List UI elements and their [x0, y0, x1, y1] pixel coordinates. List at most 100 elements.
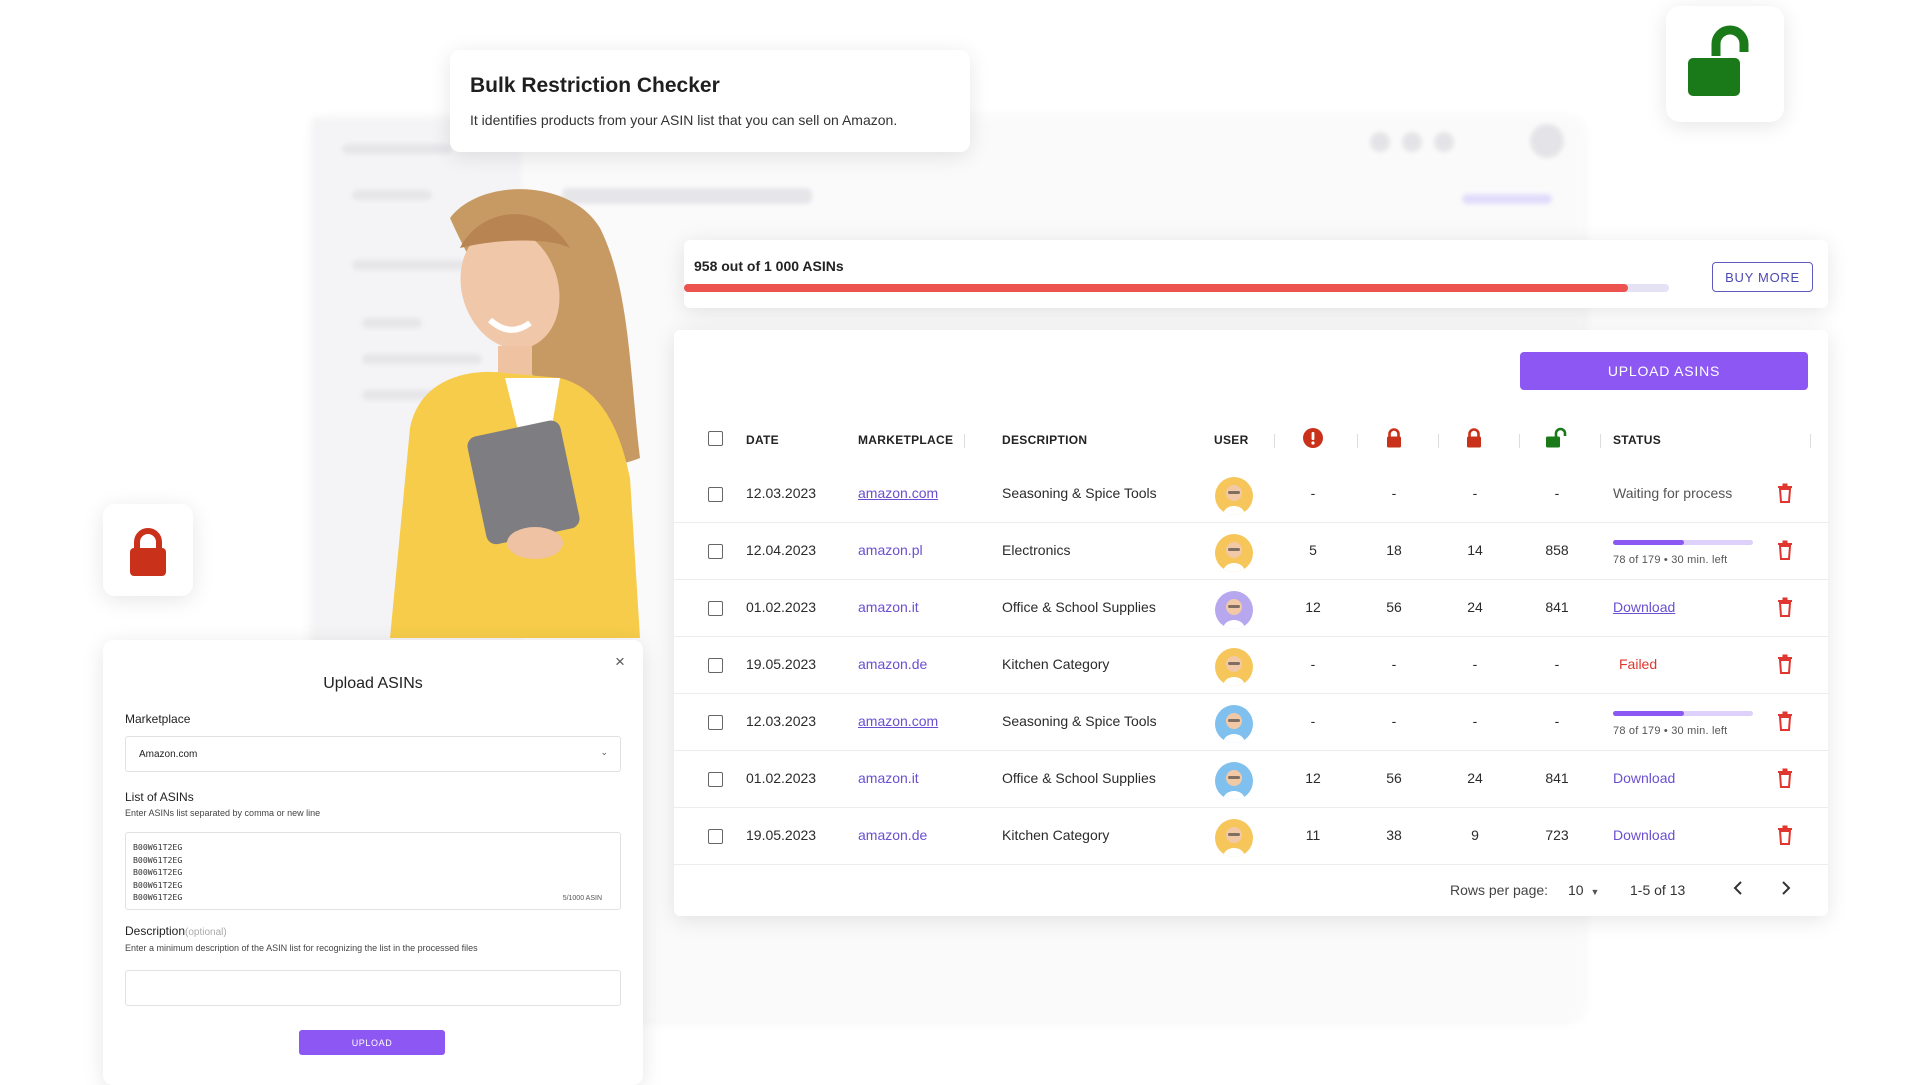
row-marketplace-link[interactable]: amazon.it [858, 770, 919, 786]
select-all-checkbox[interactable] [708, 431, 723, 446]
download-link[interactable]: Download [1613, 599, 1675, 615]
background-icon [1370, 132, 1390, 152]
row-unlocked-count: 841 [1545, 770, 1569, 786]
close-icon[interactable]: × [615, 652, 625, 672]
row-description: Electronics [1002, 542, 1071, 558]
background-icon [1434, 132, 1454, 152]
lock-icon [130, 528, 166, 576]
row-checkbox[interactable] [708, 601, 723, 616]
asins-hint: Enter ASINs list separated by comma or n… [125, 808, 321, 818]
table-row: 01.02.2023 amazon.it Office & School Sup… [674, 751, 1828, 808]
row-restricted-count: - [1391, 713, 1397, 729]
prev-page-button[interactable] [1731, 877, 1745, 904]
header-status[interactable]: STATUS [1613, 433, 1661, 447]
delete-button[interactable] [1777, 825, 1793, 850]
row-checkbox[interactable] [708, 658, 723, 673]
row-warnings-count: - [1310, 485, 1316, 501]
unlock-green-icon [1544, 427, 1568, 454]
row-restricted-count-2: 14 [1467, 542, 1483, 558]
asins-counter: 5/1000 ASIN [562, 894, 602, 902]
row-unlocked-count: 858 [1545, 542, 1569, 558]
upload-asins-button[interactable]: UPLOAD ASINS [1520, 352, 1808, 390]
quota-card: 958 out of 1 000 ASINs BUY MORE [684, 240, 1828, 308]
row-unlocked-count: - [1554, 656, 1560, 672]
download-link[interactable]: Download [1613, 827, 1675, 843]
row-checkbox[interactable] [708, 544, 723, 559]
unlock-badge [1666, 6, 1784, 122]
row-marketplace-link[interactable]: amazon.de [858, 827, 927, 843]
avatar [1215, 648, 1253, 686]
table-row: 12.03.2023 amazon.com Seasoning & Spice … [674, 694, 1828, 751]
row-date: 12.04.2023 [746, 542, 817, 558]
next-page-button[interactable] [1779, 877, 1793, 904]
row-checkbox[interactable] [708, 772, 723, 787]
chevron-right-icon [1782, 881, 1791, 895]
delete-button[interactable] [1777, 654, 1793, 679]
asin-lists-table-card: UPLOAD ASINS DATE MARKETPLACE DESCRIPTIO… [674, 330, 1828, 916]
asins-label: List of ASINs [125, 790, 194, 804]
delete-button[interactable] [1777, 768, 1793, 793]
page-range: 1-5 of 13 [1630, 882, 1686, 898]
avatar [1215, 762, 1253, 800]
lock-red-icon [1383, 427, 1405, 454]
row-restricted-count-2: - [1472, 713, 1478, 729]
status-failed: Failed [1619, 656, 1658, 672]
row-date: 19.05.2023 [746, 656, 817, 672]
delete-button[interactable] [1777, 711, 1793, 736]
title-card: Bulk Restriction Checker It identifies p… [450, 50, 970, 152]
header-description[interactable]: DESCRIPTION [1002, 433, 1087, 447]
chevron-left-icon [1733, 881, 1742, 895]
background-placeholder [1462, 194, 1552, 204]
row-description: Office & School Supplies [1002, 770, 1156, 786]
header-date[interactable]: DATE [746, 433, 779, 447]
header-marketplace[interactable]: MARKETPLACE [858, 433, 953, 447]
row-marketplace-link[interactable]: amazon.pl [858, 542, 923, 558]
avatar [1215, 819, 1253, 857]
row-description: Seasoning & Spice Tools [1002, 713, 1157, 729]
table-row: 19.05.2023 amazon.de Kitchen Category 11… [674, 808, 1828, 865]
delete-button[interactable] [1777, 597, 1793, 622]
row-restricted-count: - [1391, 656, 1397, 672]
avatar [1215, 477, 1253, 515]
header-divider [1519, 434, 1520, 448]
quota-progress-bar [684, 284, 1669, 292]
buy-more-button[interactable]: BUY MORE [1712, 262, 1813, 292]
download-link[interactable]: Download [1613, 770, 1675, 786]
row-checkbox[interactable] [708, 487, 723, 502]
header-divider [1600, 434, 1601, 448]
avatar [1215, 591, 1253, 629]
description-textarea[interactable] [125, 970, 621, 1006]
row-marketplace-link[interactable]: amazon.com [858, 485, 938, 501]
upload-button[interactable]: UPLOAD [299, 1030, 445, 1055]
delete-button[interactable] [1777, 540, 1793, 565]
delete-button[interactable] [1777, 483, 1793, 508]
row-description: Office & School Supplies [1002, 599, 1156, 615]
table-row: 19.05.2023 amazon.de Kitchen Category - … [674, 637, 1828, 694]
header-divider [1810, 434, 1811, 448]
header-divider [1274, 434, 1275, 448]
row-restricted-count-2: 9 [1471, 827, 1479, 843]
status-waiting: Waiting for process [1613, 485, 1733, 501]
row-unlocked-count: - [1554, 485, 1560, 501]
row-marketplace-link[interactable]: amazon.de [858, 656, 927, 672]
row-marketplace-link[interactable]: amazon.it [858, 599, 919, 615]
marketplace-select[interactable]: Amazon.com ⌄ [125, 736, 621, 772]
row-restricted-count-2: - [1472, 485, 1478, 501]
row-date: 12.03.2023 [746, 485, 817, 501]
row-checkbox[interactable] [708, 829, 723, 844]
row-warnings-count: 12 [1305, 770, 1321, 786]
trash-icon [1778, 768, 1792, 788]
page-title: Bulk Restriction Checker [470, 74, 720, 97]
row-description: Kitchen Category [1002, 656, 1110, 672]
row-restricted-count: 18 [1386, 542, 1402, 558]
rows-per-page-select[interactable]: 10 ▼ [1568, 882, 1599, 898]
caret-down-icon: ▼ [1590, 887, 1600, 897]
row-checkbox[interactable] [708, 715, 723, 730]
row-marketplace-link[interactable]: amazon.com [858, 713, 938, 729]
row-description: Kitchen Category [1002, 827, 1110, 843]
description-label: Description(optional) [125, 924, 227, 938]
asins-textarea[interactable]: B00W61T2EG B00W61T2EG B00W61T2EG B00W61T… [125, 832, 621, 910]
rows-per-page-label: Rows per page: [1450, 882, 1549, 898]
header-user[interactable]: USER [1214, 433, 1249, 447]
row-progress-text: 78 of 179 • 30 min. left [1613, 554, 1728, 566]
